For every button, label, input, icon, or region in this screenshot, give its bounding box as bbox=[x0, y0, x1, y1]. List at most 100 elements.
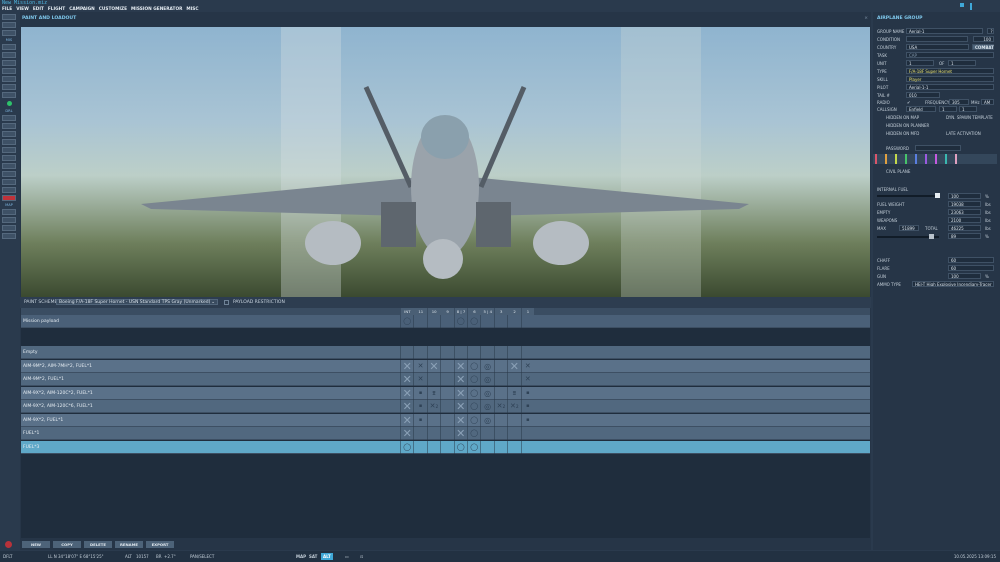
tab-fuel[interactable] bbox=[945, 154, 947, 164]
tab-advanced[interactable] bbox=[905, 154, 907, 164]
tail-input[interactable]: 010 bbox=[906, 92, 940, 98]
green-indicator-icon[interactable] bbox=[6, 101, 12, 106]
pylon-cell[interactable]: ✕ bbox=[400, 400, 413, 413]
unit-input[interactable]: 1 bbox=[906, 60, 934, 66]
pylon-cell[interactable] bbox=[400, 346, 413, 359]
tool-button[interactable] bbox=[2, 155, 16, 161]
pylon-cell[interactable]: ◎ bbox=[480, 400, 493, 413]
help-button[interactable]: ? bbox=[987, 28, 994, 34]
pylon-cell[interactable]: ▪ bbox=[520, 413, 534, 427]
delete-button[interactable]: DELETE bbox=[84, 541, 112, 548]
pylon-cell[interactable]: ▪ bbox=[413, 386, 426, 400]
pylon-cell[interactable]: ◯ bbox=[400, 315, 413, 328]
pylon-cell[interactable]: ▪ bbox=[520, 386, 534, 400]
pylon-cell[interactable]: ✕ bbox=[426, 359, 440, 373]
pylon-cell[interactable]: ◯ bbox=[453, 315, 467, 328]
payload-restriction-checkbox[interactable] bbox=[224, 300, 229, 305]
pylon-cell[interactable]: ✕ bbox=[400, 413, 413, 427]
pylon-cell[interactable]: ▪ bbox=[520, 400, 534, 413]
alt-map-button[interactable]: ALT bbox=[321, 553, 333, 560]
new-button[interactable]: NEW bbox=[22, 541, 50, 548]
pylon-cell[interactable]: ✕ bbox=[413, 373, 426, 386]
pylon-cell[interactable]: ◯ bbox=[467, 400, 480, 413]
close-icon[interactable]: × bbox=[864, 16, 868, 21]
pylon-cell[interactable]: ◯ bbox=[467, 413, 480, 427]
pylon-cell[interactable] bbox=[440, 427, 453, 440]
pylon-cell[interactable]: ✕ bbox=[520, 373, 534, 386]
tool-button[interactable] bbox=[2, 225, 16, 231]
pylon-cell[interactable]: ◯ bbox=[467, 386, 480, 400]
pylon-cell[interactable] bbox=[507, 373, 520, 386]
pylon-cell[interactable]: ✕₂ bbox=[426, 400, 440, 413]
loadout-row[interactable]: AIM-9M*2, FUEL*1 ✕ ✕ ✕ ◯ ◎ ✕ bbox=[21, 373, 870, 386]
pylon-cell[interactable] bbox=[426, 413, 440, 427]
task-select[interactable]: CAP bbox=[906, 52, 994, 58]
hidden-on-map-checkbox[interactable]: HIDDEN ON MAP bbox=[886, 115, 919, 120]
pylon-cell[interactable] bbox=[493, 315, 507, 328]
pylon-cell[interactable] bbox=[426, 315, 440, 328]
tab-waypoints[interactable] bbox=[875, 154, 877, 164]
callsign-number-1[interactable]: 1 bbox=[939, 106, 957, 112]
pylon-cell[interactable] bbox=[493, 373, 507, 386]
tab-triggered[interactable] bbox=[885, 154, 887, 164]
layers-icon[interactable]: ▭ bbox=[345, 551, 349, 562]
pylon-cell[interactable] bbox=[467, 346, 480, 359]
tool-button[interactable] bbox=[2, 60, 16, 66]
pylon-cell[interactable] bbox=[520, 427, 534, 440]
gun-input[interactable]: 100 bbox=[948, 273, 981, 279]
pilot-input[interactable]: Aerial-1-1 bbox=[906, 84, 994, 90]
pylon-cell[interactable]: ▪ bbox=[413, 413, 426, 427]
pylon-cell[interactable] bbox=[440, 373, 453, 386]
pylon-cell[interactable]: ✕ bbox=[400, 373, 413, 386]
pylon-cell[interactable] bbox=[440, 386, 453, 400]
pylon-cell[interactable] bbox=[520, 440, 534, 454]
password-input[interactable] bbox=[915, 145, 961, 151]
tool-button[interactable] bbox=[2, 233, 16, 239]
paint-scheme-select[interactable]: Boeing F/A-18F Super Hornet - USN Standa… bbox=[56, 299, 218, 305]
chaff-input[interactable]: 60 bbox=[948, 257, 994, 263]
pylon-cell[interactable]: ◎ bbox=[480, 386, 493, 400]
pylon-cell[interactable]: ✕ bbox=[400, 386, 413, 400]
loadout-row[interactable]: AIM-9M*2, AIM-7MH*2, FUEL*1 ✕ ✕ ✕ ✕ ◯ ◎ ✕ ✕ bbox=[21, 359, 870, 373]
tool-button[interactable] bbox=[2, 68, 16, 74]
pylon-cell[interactable]: ◎ bbox=[480, 359, 493, 373]
unit-total-input[interactable]: 1 bbox=[948, 60, 976, 66]
sat-button[interactable]: SAT bbox=[309, 551, 317, 562]
pylon-cell[interactable]: ✕ bbox=[453, 359, 467, 373]
pylon-cell[interactable] bbox=[440, 400, 453, 413]
pylon-cell[interactable]: ✕ bbox=[453, 413, 467, 427]
pylon-cell[interactable] bbox=[493, 427, 507, 440]
dyn-spawn-template-checkbox[interactable]: DYN. SPAWN TEMPLATE bbox=[946, 115, 993, 120]
marker-icon[interactable] bbox=[970, 3, 972, 10]
pylon-cell[interactable]: ⩩ bbox=[426, 386, 440, 400]
record-icon[interactable] bbox=[5, 541, 12, 548]
pylon-cell[interactable]: ✕₂ bbox=[493, 400, 507, 413]
pylon-cell[interactable] bbox=[507, 315, 520, 328]
tool-button[interactable] bbox=[2, 115, 16, 121]
pylon-cell[interactable]: ✕ bbox=[413, 359, 426, 373]
pylon-cell[interactable] bbox=[493, 346, 507, 359]
tab-radio[interactable] bbox=[935, 154, 937, 164]
tab-targets[interactable] bbox=[895, 154, 897, 164]
aircraft-preview[interactable] bbox=[21, 27, 870, 297]
pylon-cell[interactable]: ▪ bbox=[413, 400, 426, 413]
pylon-cell[interactable] bbox=[507, 440, 520, 454]
combat-button[interactable]: COMBAT bbox=[972, 44, 994, 50]
pylon-cell[interactable] bbox=[480, 346, 493, 359]
pylon-cell[interactable] bbox=[480, 427, 493, 440]
pylon-cell[interactable] bbox=[440, 346, 453, 359]
pylon-cell[interactable]: ✕ bbox=[507, 359, 520, 373]
password-checkbox[interactable]: PASSWORD bbox=[886, 146, 909, 151]
tab-summary[interactable] bbox=[925, 154, 927, 164]
red-tool-button[interactable] bbox=[2, 195, 16, 201]
skill-select[interactable]: Player bbox=[906, 76, 994, 82]
mode-select[interactable]: DFLT bbox=[3, 551, 13, 562]
layer-icon[interactable] bbox=[960, 3, 964, 7]
pylon-cell[interactable] bbox=[480, 440, 493, 454]
pylon-cell[interactable] bbox=[493, 413, 507, 427]
tool-button[interactable] bbox=[2, 22, 16, 28]
loadout-row[interactable]: AIM-9X*2, AIM-120C*6, FUEL*1 ✕ ▪ ✕₂ ✕ ◯ ◎ ✕₂ ✕₂ ▪ bbox=[21, 400, 870, 413]
pylon-cell[interactable]: ◯ bbox=[453, 440, 467, 454]
loadout-row-selected[interactable]: FUEL*3 ◯ ◯ ◯ bbox=[21, 440, 870, 454]
screenshot-icon[interactable]: ⊡ bbox=[360, 551, 363, 562]
